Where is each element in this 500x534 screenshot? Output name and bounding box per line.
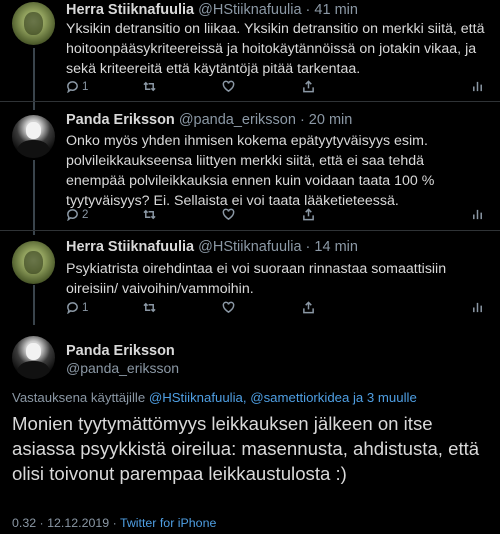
tweet-text: Yksikin detransitio on liikaa. Yksikin d…: [66, 21, 485, 77]
analytics-button[interactable]: [471, 80, 484, 93]
author-handle[interactable]: @panda_eriksson: [66, 360, 179, 376]
heart-icon: [222, 208, 235, 221]
analytics-button[interactable]: [471, 208, 484, 221]
author-name[interactable]: Herra Stiiknafuulia: [66, 2, 194, 18]
author-handle-time: @HStiiknafuulia · 41 min: [198, 2, 358, 18]
tweet-header: Herra Stiiknafuulia @HStiiknafuulia · 14…: [66, 239, 358, 255]
tweet-actions: 2: [66, 208, 491, 226]
tweet-text: Onko myös yhden ihmisen kokema epätyytyv…: [66, 133, 435, 209]
main-tweet-text: Monien tyytymättömyys leikkauksen jälkee…: [12, 413, 480, 484]
tweet-header: Panda Eriksson @panda_eriksson · 20 min: [66, 112, 352, 128]
reply-icon: [67, 81, 78, 93]
reply-prefix: Vastauksena käyttäjille: [12, 390, 149, 405]
heart-icon: [222, 80, 235, 93]
reply-count: 2: [82, 208, 89, 221]
client-link[interactable]: Twitter for iPhone: [120, 516, 216, 530]
author-name[interactable]: Panda Eriksson: [66, 112, 175, 128]
tweet-header: Herra Stiiknafuulia @HStiiknafuulia · 41…: [66, 2, 358, 18]
retweet-icon: [143, 302, 156, 313]
heart-icon: [222, 301, 235, 314]
reply-mentions-link[interactable]: @HStiiknafuulia, @samettiorkidea ja 3 mu…: [149, 390, 417, 405]
reply-count: 1: [82, 301, 89, 314]
like-button[interactable]: [222, 80, 238, 93]
avatar[interactable]: [12, 241, 55, 284]
retweet-button[interactable]: [143, 301, 159, 314]
tweet-text: Psykiatrista oirehdintaa ei voi suoraan …: [66, 261, 447, 297]
author-handle-time: @panda_eriksson · 20 min: [178, 112, 353, 128]
tweet[interactable]: Herra Stiiknafuulia @HStiiknafuulia · 41…: [0, 0, 500, 101]
timestamp: 0.32 · 12.12.2019 ·: [12, 516, 120, 530]
retweet-button[interactable]: [143, 80, 159, 93]
avatar[interactable]: [12, 336, 55, 379]
share-icon: [303, 80, 314, 93]
share-button[interactable]: [302, 301, 315, 314]
analytics-icon: [473, 81, 482, 92]
avatar[interactable]: [12, 115, 55, 158]
retweet-icon: [143, 81, 156, 92]
like-button[interactable]: [222, 301, 238, 314]
reply-context: Vastauksena käyttäjille @HStiiknafuulia,…: [12, 390, 417, 405]
tweet[interactable]: Herra Stiiknafuulia @HStiiknafuulia · 14…: [0, 231, 500, 325]
author-name[interactable]: Herra Stiiknafuulia: [66, 239, 194, 255]
analytics-icon: [473, 209, 482, 220]
author-handle-time: @HStiiknafuulia · 14 min: [198, 239, 358, 255]
retweet-icon: [143, 209, 156, 220]
reply-button[interactable]: 1: [66, 80, 88, 93]
reply-count: 1: [82, 80, 89, 93]
analytics-button[interactable]: [471, 301, 484, 314]
tweet-actions: 1: [66, 301, 491, 319]
tweet-meta: 0.32 · 12.12.2019 · Twitter for iPhone: [12, 516, 216, 530]
avatar[interactable]: [12, 2, 55, 45]
like-button[interactable]: [222, 208, 238, 221]
tweet[interactable]: Panda Eriksson @panda_eriksson · 20 min …: [0, 102, 500, 230]
analytics-icon: [473, 302, 482, 313]
reply-button[interactable]: 1: [66, 301, 88, 314]
share-button[interactable]: [302, 208, 315, 221]
share-icon: [303, 208, 314, 221]
share-icon: [303, 301, 314, 314]
share-button[interactable]: [302, 80, 315, 93]
reply-icon: [67, 302, 78, 314]
reply-button[interactable]: 2: [66, 208, 88, 221]
tweet-actions: 1: [66, 80, 491, 98]
reply-icon: [67, 209, 78, 221]
retweet-button[interactable]: [143, 208, 159, 221]
author-name[interactable]: Panda Eriksson: [66, 343, 175, 359]
